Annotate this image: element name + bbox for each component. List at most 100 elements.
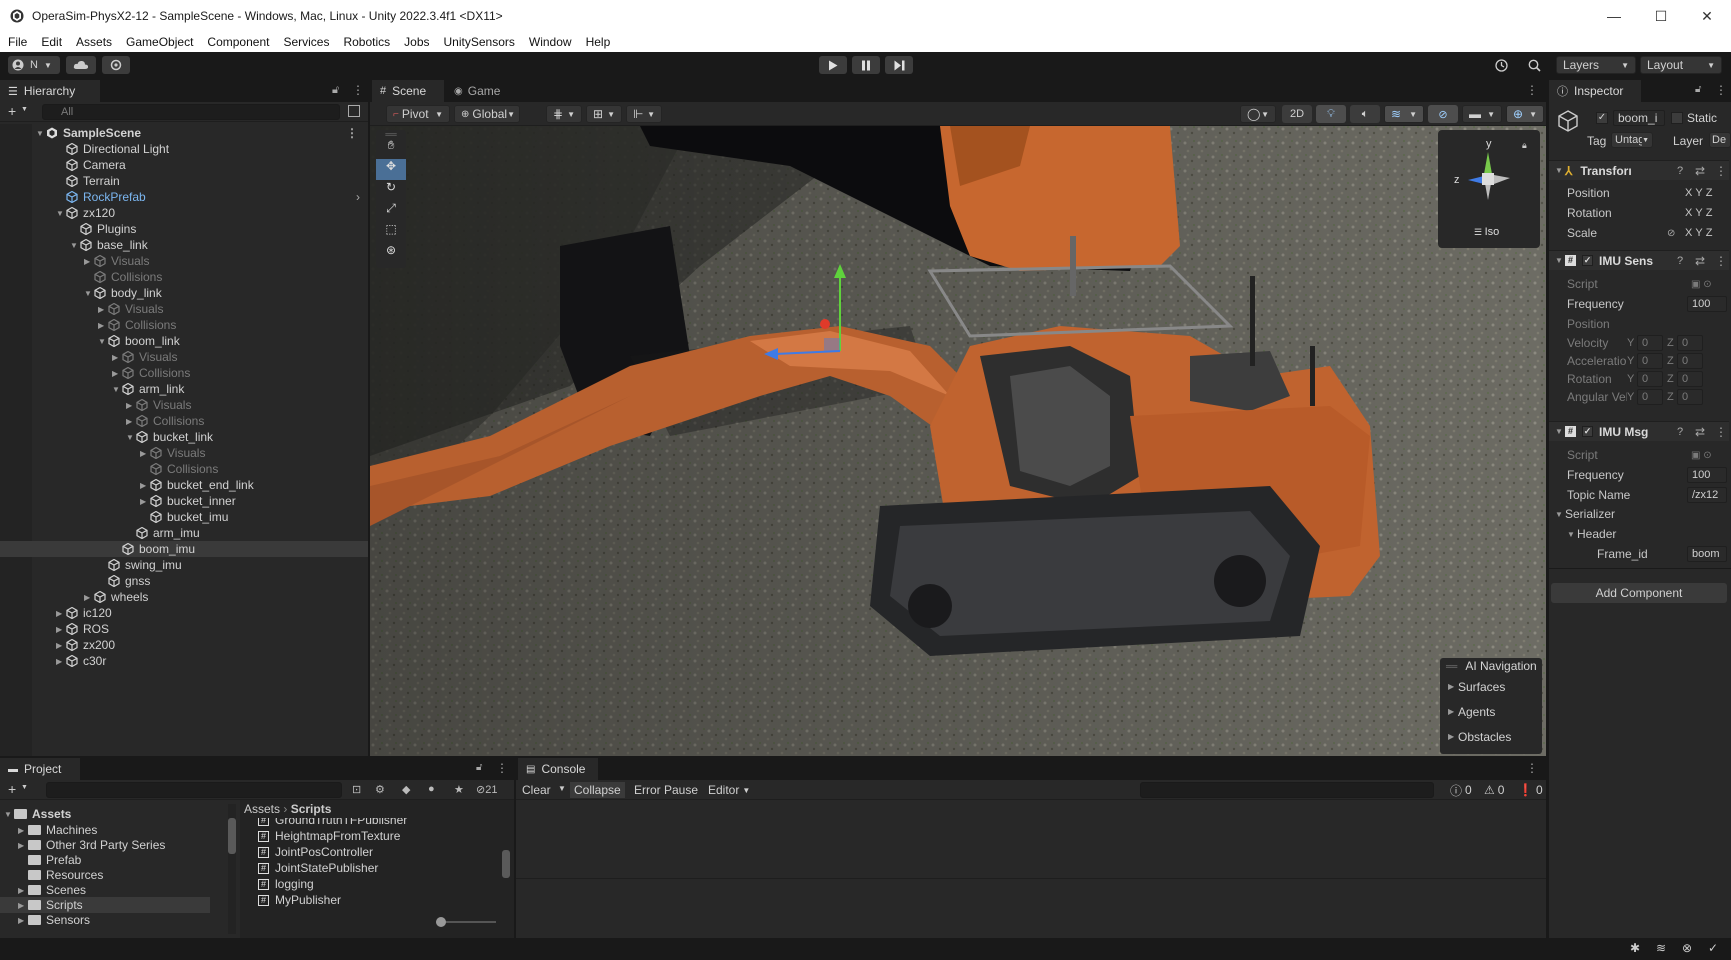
kebab-menu-icon[interactable]: ⋮: [1715, 164, 1727, 178]
filter-type-icon[interactable]: ⚙︎: [375, 783, 385, 796]
script-file-item[interactable]: # JointPosController: [258, 844, 373, 860]
tab-game[interactable]: ◉ Game: [446, 80, 512, 102]
ai-nav-surfaces[interactable]: ▶ Surfaces: [1440, 674, 1542, 699]
kebab-menu-icon[interactable]: ⋮: [1715, 83, 1727, 97]
pivot-dropdown[interactable]: ⌐ Pivot ▼: [386, 105, 450, 123]
assets-root[interactable]: ▼ Assets: [4, 806, 71, 822]
ai-navigation-header[interactable]: ══ AI Navigation: [1440, 658, 1542, 674]
help-icon[interactable]: ?: [1677, 255, 1683, 267]
imu-vector-input[interactable]: 0: [1677, 371, 1703, 387]
menu-robotics[interactable]: Robotics: [343, 35, 390, 49]
play-button[interactable]: [819, 56, 847, 74]
scrollbar-thumb[interactable]: [502, 850, 510, 878]
filter-log-icon[interactable]: ●: [428, 783, 435, 795]
imu-vector-input[interactable]: 0: [1637, 389, 1663, 405]
expand-arrow-icon[interactable]: ▶: [84, 257, 94, 266]
filter-label-icon[interactable]: ◆: [402, 783, 410, 796]
hierarchy-item[interactable]: ▶ Collisions: [0, 365, 368, 381]
expand-arrow-icon[interactable]: ▶: [126, 417, 136, 426]
script-file-item[interactable]: # logging: [258, 876, 314, 892]
drag-handle-icon[interactable]: ══: [376, 130, 406, 139]
preset-icon[interactable]: ⇄: [1695, 164, 1705, 178]
folder-item[interactable]: ▶ Machines: [18, 822, 97, 838]
script-file-item[interactable]: # JointStatePublisher: [258, 860, 378, 876]
expand-arrow-icon[interactable]: ▶: [140, 481, 150, 490]
menu-unitysensors[interactable]: UnitySensors: [444, 35, 515, 49]
script-field-icon[interactable]: ▣ ⊙: [1691, 450, 1712, 461]
scene-viewport[interactable]: ══ ✋︎ ✥ ↻ ⤢ ⬚ ⊛ y z 🔒︎ ☰ Iso ══ AI Navig…: [370, 126, 1546, 756]
enabled-checkbox[interactable]: ✓: [1582, 426, 1593, 437]
hierarchy-item[interactable]: gnss: [0, 573, 368, 589]
camera-dropdown[interactable]: ▬ ▼: [1462, 105, 1502, 123]
rotate-tool-icon[interactable]: ↻: [376, 180, 406, 201]
imu-vector-input[interactable]: 0: [1677, 335, 1703, 351]
expand-arrow-icon[interactable]: ▼: [98, 337, 108, 346]
lock-icon[interactable]: 🔓︎: [1695, 84, 1701, 95]
console-search-input[interactable]: [1140, 782, 1434, 798]
lock-icon[interactable]: 🔓︎: [476, 762, 482, 773]
hierarchy-item[interactable]: ▼ boom_link: [0, 333, 368, 349]
hierarchy-item[interactable]: Terrain: [0, 173, 368, 189]
hierarchy-item[interactable]: ▶ Visuals: [0, 445, 368, 461]
error-pause-toggle[interactable]: Error Pause: [630, 782, 702, 798]
hidden-objects-toggle[interactable]: ⊘: [1428, 105, 1458, 123]
ai-nav-obstacles[interactable]: ▶ Obstacles: [1440, 724, 1542, 749]
hierarchy-item[interactable]: ▶ zx200: [0, 637, 368, 653]
expand-arrow-icon[interactable]: ▶: [56, 641, 66, 650]
scale-tool-icon[interactable]: ⤢: [376, 201, 406, 222]
tab-console[interactable]: ▤ Console: [518, 758, 598, 780]
static-checkbox[interactable]: [1671, 112, 1683, 124]
maximize-button[interactable]: ☐: [1638, 0, 1684, 32]
help-icon[interactable]: ?: [1677, 165, 1683, 177]
hierarchy-item[interactable]: ▼ arm_link: [0, 381, 368, 397]
expand-arrow-icon[interactable]: ▶: [98, 305, 108, 314]
layers-dropdown[interactable]: Layers ▼: [1556, 56, 1636, 74]
link-icon[interactable]: ⊘: [1667, 228, 1675, 239]
expand-arrow-icon[interactable]: ▼: [84, 289, 94, 298]
kebab-menu-icon[interactable]: ⋮: [1526, 83, 1538, 97]
scrollbar-thumb[interactable]: [228, 818, 236, 854]
hierarchy-item[interactable]: Camera: [0, 157, 368, 173]
layer-dropdown[interactable]: De: [1709, 132, 1731, 148]
active-checkbox[interactable]: ✓: [1596, 112, 1608, 124]
hierarchy-item[interactable]: ▶ Visuals: [0, 301, 368, 317]
expand-arrow-icon[interactable]: ▶: [18, 901, 28, 910]
search-scope-icon[interactable]: ⊡: [352, 783, 361, 796]
imu-sensor-header[interactable]: ▼ # ✓ IMU Sens ? ⇄ ⋮: [1549, 250, 1729, 270]
expand-arrow-icon[interactable]: ▶: [126, 401, 136, 410]
hierarchy-item[interactable]: bucket_imu: [0, 509, 368, 525]
hand-tool-icon[interactable]: ✋︎: [376, 138, 406, 159]
collab-button[interactable]: [102, 56, 130, 74]
menu-services[interactable]: Services: [283, 35, 329, 49]
minimize-button[interactable]: —: [1591, 0, 1637, 32]
draw-mode-dropdown[interactable]: ◯ ▼: [1240, 105, 1276, 123]
hierarchy-item[interactable]: Directional Light: [0, 141, 368, 157]
console-log-area[interactable]: [516, 800, 1546, 938]
expand-arrow-icon[interactable]: ▼: [126, 433, 136, 442]
imu-vector-input[interactable]: 0: [1637, 371, 1663, 387]
hierarchy-item[interactable]: ▶ Visuals: [0, 349, 368, 365]
layers-stack-icon[interactable]: ≋: [1656, 941, 1666, 955]
expand-arrow-icon[interactable]: ▶: [56, 625, 66, 634]
folder-tree-scrollbar[interactable]: [228, 804, 236, 934]
expand-arrow-icon[interactable]: ▶: [112, 369, 122, 378]
script-field-icon[interactable]: ▣ ⊙: [1691, 279, 1712, 290]
pause-button[interactable]: [852, 56, 880, 74]
audio-toggle[interactable]: 🔈︎: [1350, 105, 1380, 123]
hierarchy-item[interactable]: Collisions: [0, 269, 368, 285]
lock-icon[interactable]: 🔓︎: [332, 84, 339, 97]
menu-window[interactable]: Window: [529, 35, 572, 49]
layout-dropdown[interactable]: Layout ▼: [1640, 56, 1722, 74]
hierarchy-item[interactable]: ▶ bucket_end_link: [0, 477, 368, 493]
toggle-2d-button[interactable]: 2D: [1282, 105, 1312, 123]
add-icon[interactable]: +: [8, 781, 16, 797]
hierarchy-item[interactable]: ▶ Visuals: [0, 253, 368, 269]
scene-root[interactable]: ▼ SampleScene ⋮: [0, 125, 368, 141]
expand-arrow-icon[interactable]: ▼: [36, 129, 46, 138]
menu-gameobject[interactable]: GameObject: [126, 35, 193, 49]
cloud-button[interactable]: [66, 56, 96, 74]
folder-item[interactable]: Resources: [18, 867, 103, 883]
frame-id-input[interactable]: boom: [1687, 546, 1727, 562]
folder-item[interactable]: Prefab: [18, 852, 81, 868]
imu-msg-header[interactable]: ▼ # ✓ IMU Msg ? ⇄ ⋮: [1549, 421, 1729, 441]
